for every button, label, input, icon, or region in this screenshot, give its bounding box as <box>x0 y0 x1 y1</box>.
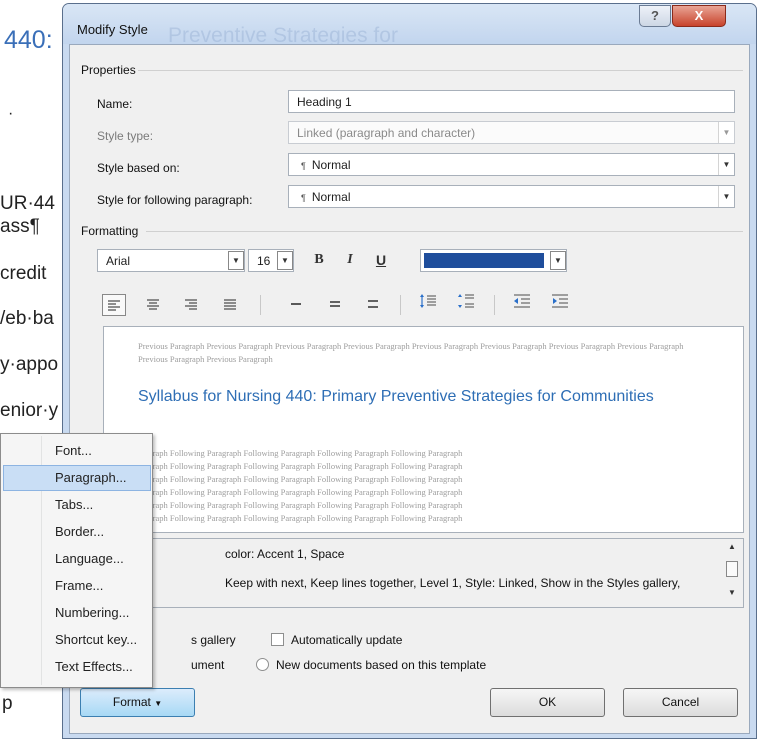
scroll-thumb[interactable] <box>726 561 738 577</box>
chevron-down-icon[interactable]: ▼ <box>228 251 244 270</box>
font-value: Arial <box>106 254 131 268</box>
font-color-select[interactable] <box>420 249 567 272</box>
style-type-label: Style type: <box>97 129 154 143</box>
one-half-spacing-icon[interactable] <box>323 294 347 316</box>
preview-previous-paragraph: Previous Paragraph Previous Paragraph Pr… <box>138 341 684 364</box>
background-line: enior·y <box>0 400 59 421</box>
background-line: p <box>2 693 13 714</box>
underline-button[interactable]: U <box>368 249 394 271</box>
background-line: ass¶ <box>0 216 40 237</box>
style-type-select[interactable]: Linked (paragraph and character) <box>288 121 735 144</box>
line-spacing-icon[interactable] <box>416 293 440 315</box>
help-button[interactable]: ? <box>639 5 671 27</box>
automatically-update-checkbox[interactable] <box>271 633 284 646</box>
menu-item-numbering[interactable]: Numbering... <box>3 600 151 626</box>
justify-icon[interactable] <box>218 294 242 316</box>
dialog-title-bar[interactable]: Preventive Strategies for Modify Style ?… <box>63 4 756 47</box>
properties-divider <box>138 70 743 71</box>
paragraph-mark-icon: ¶ <box>301 161 306 171</box>
based-on-select[interactable]: ¶ Normal <box>288 153 735 176</box>
styles-gallery-label: s gallery <box>191 633 236 647</box>
menu-item-border[interactable]: Border... <box>3 519 151 545</box>
chevron-down-icon[interactable]: ▼ <box>718 186 734 207</box>
preview-following-line: aragraph Following Paragraph Following P… <box>138 461 463 471</box>
ok-button[interactable]: OK <box>490 688 605 717</box>
paragraph-mark-icon: ¶ <box>301 193 306 203</box>
style-preview: Previous Paragraph Previous Paragraph Pr… <box>103 326 744 533</box>
single-spacing-icon[interactable] <box>284 294 308 316</box>
background-line: /eb·ba <box>0 308 54 329</box>
based-on-label: Style based on: <box>97 161 180 175</box>
paragraph-spacing-icon[interactable] <box>454 293 478 315</box>
align-center-icon[interactable] <box>141 294 165 316</box>
align-right-icon[interactable] <box>179 294 203 316</box>
preview-following-line: aragraph Following Paragraph Following P… <box>138 500 463 510</box>
decrease-indent-icon[interactable] <box>510 293 534 315</box>
background-title: 440: <box>4 26 53 54</box>
menu-item-paragraph[interactable]: Paragraph... <box>3 465 151 491</box>
based-on-value: Normal <box>311 158 351 172</box>
format-menu: Font... Paragraph... Tabs... Border... L… <box>0 433 153 688</box>
name-input[interactable]: Heading 1 <box>288 90 735 113</box>
preview-heading: Syllabus for Nursing 440: Primary Preven… <box>138 388 654 405</box>
chevron-down-icon[interactable]: ▼ <box>718 122 734 143</box>
preview-following-line: aragraph Following Paragraph Following P… <box>138 487 463 497</box>
menu-item-font[interactable]: Font... <box>3 438 151 464</box>
formatting-divider <box>146 231 743 232</box>
scroll-up-icon[interactable]: ▲ <box>723 541 741 553</box>
close-button[interactable]: X <box>672 5 726 27</box>
format-button[interactable]: Format ▼ <box>80 688 195 717</box>
color-swatch <box>424 253 544 268</box>
name-label: Name: <box>97 97 133 111</box>
new-documents-label: New documents based on this template <box>276 658 487 672</box>
properties-group-label: Properties <box>81 63 136 77</box>
description-line: color: Accent 1, Space <box>225 547 345 561</box>
font-select[interactable]: Arial <box>97 249 245 272</box>
chevron-down-icon[interactable]: ▼ <box>550 251 566 270</box>
toolbar-divider <box>494 295 495 315</box>
toolbar-divider <box>260 295 261 315</box>
align-left-icon[interactable] <box>102 294 126 316</box>
double-spacing-icon[interactable] <box>361 294 385 316</box>
toolbar-divider <box>400 295 401 315</box>
chevron-down-icon[interactable]: ▼ <box>277 251 293 270</box>
preview-following-line: aragraph Following Paragraph Following P… <box>138 513 463 523</box>
description-line: Keep with next, Keep lines together, Lev… <box>225 576 681 590</box>
following-paragraph-select[interactable]: ¶ Normal <box>288 185 735 208</box>
dialog-title: Modify Style <box>77 22 148 37</box>
italic-button[interactable]: I <box>337 249 363 271</box>
menu-item-tabs[interactable]: Tabs... <box>3 492 151 518</box>
following-paragraph-value: Normal <box>311 190 351 204</box>
scroll-down-icon[interactable]: ▼ <box>723 587 741 599</box>
increase-indent-icon[interactable] <box>548 293 572 315</box>
style-type-value: Linked (paragraph and character) <box>297 126 476 140</box>
chevron-down-icon[interactable]: ▼ <box>718 154 734 175</box>
automatically-update-label: Automatically update <box>291 633 403 647</box>
menu-item-language[interactable]: Language... <box>3 546 151 572</box>
menu-item-text-effects[interactable]: Text Effects... <box>3 654 151 680</box>
background-mark: · <box>8 105 14 122</box>
dialog-client-area: Properties Name: Heading 1 Style type: L… <box>69 44 750 734</box>
chevron-down-icon: ▼ <box>154 699 163 708</box>
background-line: UR·44 <box>0 193 55 214</box>
modify-style-dialog: Preventive Strategies for Modify Style ?… <box>62 3 757 739</box>
following-paragraph-label: Style for following paragraph: <box>97 193 253 207</box>
preview-following-line: aragraph Following Paragraph Following P… <box>138 448 463 458</box>
formatting-group-label: Formatting <box>81 224 139 238</box>
background-line: credit <box>0 263 47 284</box>
description-scrollbar[interactable]: ▲ ▼ <box>723 541 741 605</box>
preview-following-line: aragraph Following Paragraph Following P… <box>138 474 463 484</box>
format-button-label: Format <box>112 695 151 709</box>
new-documents-radio[interactable] <box>256 658 269 671</box>
menu-item-shortcut-key[interactable]: Shortcut key... <box>3 627 151 653</box>
only-document-label: ument <box>191 658 225 672</box>
background-line: y·appo <box>0 354 59 375</box>
screen: 440: · UR·44 ass¶ credit /eb·ba y·appo e… <box>0 0 757 739</box>
font-size-value: 16 <box>257 254 271 268</box>
cancel-button[interactable]: Cancel <box>623 688 738 717</box>
style-description: color: Accent 1, Space Keep with next, K… <box>103 538 744 608</box>
menu-item-frame[interactable]: Frame... <box>3 573 151 599</box>
bold-button[interactable]: B <box>306 249 332 271</box>
